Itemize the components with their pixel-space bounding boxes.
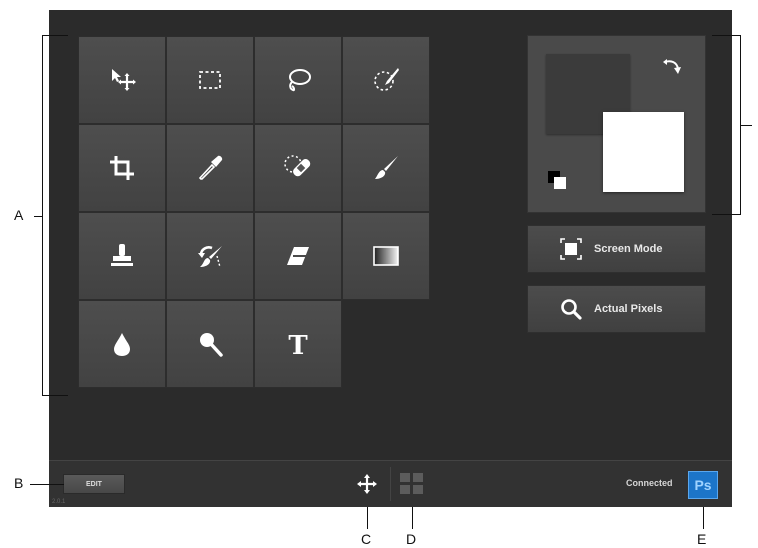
stamp-icon	[111, 244, 133, 266]
blur-tool-button[interactable]	[78, 300, 166, 388]
brush-tool-button[interactable]	[342, 124, 430, 212]
magnifier-icon	[561, 299, 582, 320]
callout-a: A	[14, 207, 24, 223]
screen-mode-label: Screen Mode	[594, 243, 663, 255]
callout-line-b	[30, 484, 64, 485]
clone-stamp-tool-button[interactable]	[78, 212, 166, 300]
callout-bracket-f-bottom	[712, 214, 740, 215]
edit-button[interactable]: EDIT	[63, 474, 125, 494]
grid-view-icon[interactable]	[400, 473, 424, 495]
eraser-tool-button[interactable]	[254, 212, 342, 300]
quick-selection-tool-button[interactable]	[342, 36, 430, 124]
photoshop-icon[interactable]: Ps	[688, 471, 718, 499]
history-brush-icon	[198, 246, 222, 268]
move-view-icon[interactable]	[356, 473, 378, 495]
crop-icon	[110, 156, 134, 180]
default-colors-icon[interactable]	[548, 171, 568, 191]
history-brush-tool-button[interactable]	[166, 212, 254, 300]
callout-line-d	[412, 507, 413, 529]
type-icon-glyph: T	[288, 331, 308, 359]
callout-bracket-a-top	[42, 35, 68, 36]
type-tool-button[interactable]: T	[254, 300, 342, 388]
connection-status: Connected	[626, 478, 673, 488]
eraser-icon	[287, 247, 309, 265]
gradient-icon	[373, 246, 399, 266]
spot-healing-tool-button[interactable]	[254, 124, 342, 212]
actual-pixels-button[interactable]: Actual Pixels	[527, 285, 706, 333]
dodge-icon	[200, 333, 223, 357]
marquee-icon	[199, 71, 221, 89]
lasso-tool-button[interactable]	[254, 36, 342, 124]
color-swatch-panel	[527, 35, 706, 213]
brush-icon	[375, 156, 398, 179]
callout-c: C	[361, 531, 372, 547]
eyedropper-icon	[198, 155, 223, 180]
lasso-icon	[289, 69, 311, 92]
quick-selection-icon	[374, 68, 399, 91]
bottom-toolbar: EDIT 2.0.1 Connected Ps	[49, 460, 732, 507]
callout-d: D	[406, 531, 417, 547]
callout-tick-f	[740, 125, 752, 126]
app-window: T Screen Mode Actual Pixels EDIT 2.0.1 C…	[49, 10, 732, 507]
version-label: 2.0.1	[52, 499, 66, 505]
background-color-swatch[interactable]	[603, 112, 684, 192]
toolbar-divider	[390, 467, 391, 501]
move-tool-button[interactable]	[78, 36, 166, 124]
actual-pixels-label: Actual Pixels	[594, 303, 663, 315]
bandage-icon	[284, 155, 311, 177]
crop-tool-button[interactable]	[78, 124, 166, 212]
callout-line-e	[703, 507, 704, 529]
callout-bracket-a	[42, 35, 43, 396]
marquee-tool-button[interactable]	[166, 36, 254, 124]
screen-mode-button[interactable]: Screen Mode	[527, 225, 706, 273]
callout-line-c	[367, 507, 368, 529]
eyedropper-tool-button[interactable]	[166, 124, 254, 212]
callout-bracket-f-top	[712, 35, 740, 36]
swap-colors-icon[interactable]	[661, 56, 683, 78]
callout-e: E	[697, 531, 707, 547]
callout-tick-a	[34, 216, 42, 217]
callout-b: B	[14, 475, 24, 491]
type-icon: T	[288, 331, 308, 359]
screen-mode-icon	[560, 238, 582, 260]
gradient-tool-button[interactable]	[342, 212, 430, 300]
callout-bracket-a-bottom	[42, 395, 68, 396]
dodge-tool-button[interactable]	[166, 300, 254, 388]
move-arrow-icon	[112, 69, 136, 91]
drop-icon	[114, 333, 130, 356]
